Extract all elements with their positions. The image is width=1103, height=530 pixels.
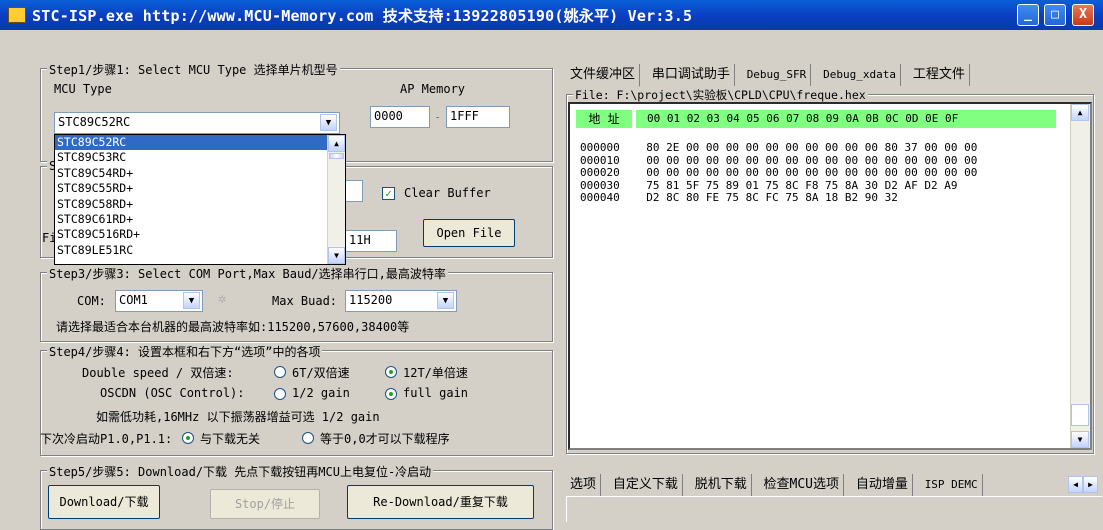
tab-options[interactable]: 选项 [566,474,602,496]
max-baud-label: Max Buad: [272,294,338,308]
open-file-button[interactable]: Open File [423,219,515,247]
oscdn-label: OSCDN (OSC Control): [100,386,245,400]
chevron-down-icon[interactable]: ▼ [437,292,454,309]
bottom-tab-strip: 选项 自定义下载 脱机下载 检查MCU选项 自动增量 ISP DEMC [566,474,1076,496]
tab-debug-sfr[interactable]: Debug_SFR [743,64,812,86]
double-speed-label: Double speed / 双倍速: [82,366,234,380]
hex-rows: 000000 80 2E 00 00 00 00 00 00 00 00 00 … [580,141,977,205]
addr-header: 地 址 [576,110,632,128]
chevron-down-icon[interactable]: ▼ [320,114,337,131]
radio-half-gain[interactable] [274,386,286,400]
radio-unrelated-label: 与下载无关 [200,432,261,446]
ap-separator: - [434,110,442,124]
max-baud-value: 115200 [349,293,393,307]
cold-boot-label: 下次冷启动P1.0,P1.1: [40,432,173,446]
radio-6t-label: 6T/双倍速 [292,366,350,380]
radio-full-gain-label: full gain [403,386,469,400]
mcu-type-value: STC89C52RC [58,115,131,129]
tab-isp-demo[interactable]: ISP DEMC [921,474,983,496]
stop-button[interactable]: Stop/停止 [210,489,320,519]
dropdown-item[interactable]: STC89C58RD+ [55,197,345,212]
download-button[interactable]: Download/下载 [48,485,160,519]
com-select[interactable]: COM1 ▼ [115,290,203,312]
tab-debug-xdata[interactable]: Debug_xdata [819,64,901,86]
column-header: 00 01 02 03 04 05 06 07 08 09 0A 0B 0C 0… [636,110,1056,128]
window-title: STC-ISP.exe http://www.MCU-Memory.com 技术… [32,6,693,25]
scroll-up-icon[interactable]: ▲ [1071,104,1089,121]
step1-legend: Step1/步骤1: Select MCU Type 选择单片机型号 [47,61,340,78]
maximize-button[interactable]: □ [1044,4,1066,26]
redownload-button[interactable]: Re-Download/重复下载 [347,485,534,519]
tab-scroll-left-icon[interactable]: ◀ [1068,476,1083,493]
com-status-icon: ✲ [218,291,227,307]
scroll-thumb[interactable] [329,153,344,159]
ap-start-field[interactable]: 0000 [370,106,430,128]
scroll-thumb[interactable] [1071,404,1089,426]
mcu-dropdown-list[interactable]: STC89C52RC STC89C53RC STC89C54RD+ STC89C… [54,134,346,265]
step3-legend: Step3/步骤3: Select COM Port,Max Baud/选择串行… [47,265,448,282]
tab-file-buffer[interactable]: 文件缓冲区 [566,64,641,87]
step4-legend: Step4/步骤4: 设置本框和右下方“选项”中的各项 [47,343,323,360]
radio-equal-zero[interactable] [302,430,314,444]
title-bar: STC-ISP.exe http://www.MCU-Memory.com 技术… [0,0,1103,30]
dropdown-scrollbar[interactable]: ▲ ▼ [327,135,345,264]
radio-unrelated[interactable] [182,430,194,444]
tab-serial-assistant[interactable]: 串口调试助手 [648,64,735,86]
right-tab-strip: 文件缓冲区 串口调试助手 Debug_SFR Debug_xdata 工程文件 [566,64,970,87]
tab-scroll-controls: ◀ ▶ [1068,476,1098,493]
dropdown-item[interactable]: STC89C54RD+ [55,166,345,181]
ap-end-field[interactable]: 1FFF [446,106,510,128]
low-power-hint: 如需低功耗,16MHz 以下振荡器增益可选 1/2 gain [96,410,380,424]
minimize-button[interactable]: _ [1017,4,1039,26]
step5-legend: Step5/步骤5: Download/下载 先点下载按钮再MCU上电复位-冷启… [47,463,434,480]
app-icon [8,7,26,23]
options-tab-body [566,496,1102,522]
tab-custom-download[interactable]: 自定义下载 [609,474,683,496]
radio-6t[interactable] [274,364,286,378]
file-offset-field[interactable]: 11H [345,230,397,252]
chevron-down-icon[interactable]: ▼ [183,292,200,309]
mcu-type-select[interactable]: STC89C52RC ▼ [54,112,340,134]
scroll-up-icon[interactable]: ▲ [328,135,345,152]
radio-12t[interactable] [385,364,397,378]
radio-12t-label: 12T/单倍速 [403,366,468,380]
com-value: COM1 [119,293,148,307]
tab-scroll-right-icon[interactable]: ▶ [1083,476,1098,493]
dropdown-item[interactable]: STC89C53RC [55,150,345,165]
clear-buffer-label: Clear Buffer [404,186,491,200]
tab-project-file[interactable]: 工程文件 [909,64,970,86]
tab-check-mcu[interactable]: 检查MCU选项 [760,474,845,496]
file-legend: File: F:\project\实验板\CPLD\CPU\freque.hex [573,87,868,103]
ap-memory-label: AP Memory [400,82,466,96]
mcu-type-label: MCU Type [54,82,112,96]
step2-offset-field-a[interactable] [345,180,363,202]
dropdown-item[interactable]: STC89C61RD+ [55,212,345,227]
hex-row: 000040 D2 8C 80 FE 75 8C FC 75 8A 18 B2 … [580,191,898,204]
tab-auto-increment[interactable]: 自动增量 [852,474,913,496]
dropdown-item[interactable]: STC89LE51RC [55,243,345,258]
radio-equal-zero-label: 等于0,0才可以下载程序 [320,432,450,446]
max-baud-select[interactable]: 115200 ▼ [345,290,457,312]
close-button[interactable]: X [1072,4,1094,26]
hex-scrollbar[interactable]: ▲ ▼ [1070,104,1090,448]
clear-buffer-checkbox[interactable]: ✓ [382,186,395,200]
baud-hint: 请选择最适合本台机器的最高波特率如:115200,57600,38400等 [56,320,410,334]
com-label: COM: [77,294,106,308]
radio-full-gain[interactable] [385,386,397,400]
scroll-down-icon[interactable]: ▼ [1071,431,1089,448]
scroll-down-icon[interactable]: ▼ [328,247,345,264]
dropdown-item[interactable]: STC89C55RD+ [55,181,345,196]
radio-half-gain-label: 1/2 gain [292,386,350,400]
dropdown-item[interactable]: STC89C516RD+ [55,227,345,242]
dropdown-item[interactable]: STC89C52RC [55,135,345,151]
hex-panel[interactable]: 地 址 00 01 02 03 04 05 06 07 08 09 0A 0B … [568,102,1092,450]
tab-offline-download[interactable]: 脱机下载 [691,474,752,496]
